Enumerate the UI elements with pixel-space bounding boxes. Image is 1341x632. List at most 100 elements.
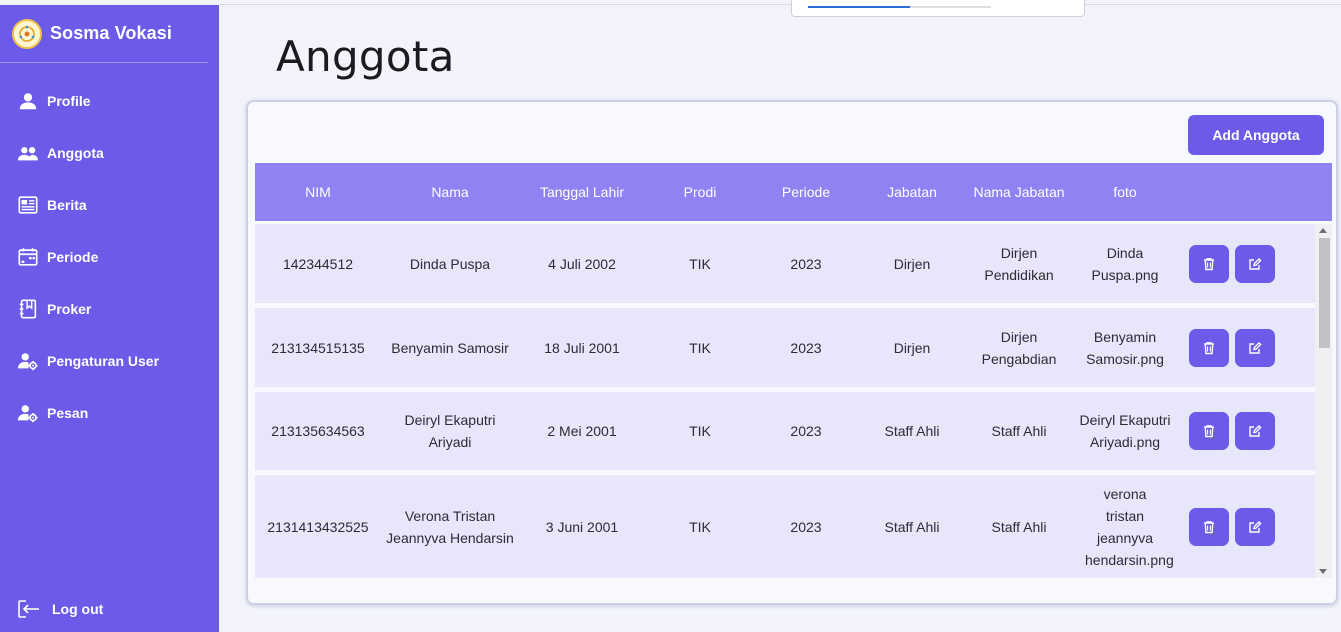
page-title: Anggota [276,32,455,81]
edit-button[interactable] [1235,412,1275,450]
cell-prodi: TIK [689,339,711,356]
brand-logo-icon [12,18,42,49]
edit-icon [1249,341,1262,354]
row-actions [1179,412,1283,450]
edit-button[interactable] [1235,328,1275,367]
sidebar: Sosma Vokasi Profile Anggota Berita Peri… [0,5,219,632]
sidebar-item-label: Anggota [47,145,104,161]
edit-icon [1249,520,1262,533]
cell-periode: 2023 [790,255,822,272]
brand[interactable]: Sosma Vokasi [0,5,208,63]
logout-icon [18,600,39,618]
delete-button[interactable] [1189,412,1229,450]
user-cog-icon [16,349,40,373]
trash-icon [1204,520,1214,533]
column-header-foto: foto [1113,184,1137,200]
column-header-prodi: Prodi [683,184,717,200]
logout-button[interactable]: Log out [16,598,103,620]
cell-foto: Dinda Puspa.png [1091,244,1159,283]
cell-prodi: TIK [689,518,711,535]
calendar-icon [16,245,40,269]
sidebar-item-label: Pengaturan User [47,353,160,369]
edit-icon [1249,424,1262,437]
scroll-down-arrow-icon[interactable] [1319,569,1327,574]
scroll-up-arrow-icon[interactable] [1319,228,1327,233]
column-header-jabatan: Jabatan [887,184,937,200]
cell-prodi: TIK [689,255,711,272]
cell-periode: 2023 [790,423,822,439]
sidebar-item-pengaturan-user[interactable]: Pengaturan User [0,335,219,387]
sidebar-item-proker[interactable]: Proker [0,283,219,335]
cell-nim: 142344512 [282,255,354,272]
table-row: 2131413432525 Verona Tristan Jeannyva He… [255,475,1315,578]
cell-foto: Benyamin Samosir.png [1086,328,1164,367]
cell-nama: Verona Tristan Jeannyva Hendarsin [386,507,514,546]
column-header-tanggal-lahir: Tanggal Lahir [539,184,625,200]
cell-nama: Dinda Puspa [409,255,491,272]
sidebar-item-anggota[interactable]: Anggota [0,127,219,179]
cell-periode: 2023 [790,339,822,356]
users-icon [16,141,40,165]
brand-title: Sosma Vokasi [50,23,172,43]
cell-nama: Deiryl Ekaputri Ariyadi [404,412,496,450]
cell-foto: verona tristan jeannyva hendarsin.png [1085,485,1174,568]
cell-nama-jabatan: Dirjen Pendidikan [984,244,1054,283]
table-header: NIM Nama Tanggal Lahir Prodi Periode Jab… [255,163,1332,221]
add-anggota-button[interactable]: Add Anggota [1188,115,1324,155]
cell-tanggal-lahir: 4 Juli 2002 [548,255,616,272]
cell-periode: 2023 [790,518,822,535]
cell-nama-jabatan: Staff Ahli [991,423,1047,439]
row-actions [1179,507,1283,546]
popup-fragment [791,0,1085,17]
cell-jabatan: Staff Ahli [884,423,940,439]
scrollbar-thumb[interactable] [1319,238,1330,348]
sidebar-item-label: Pesan [47,405,89,421]
cell-nim: 2131413432525 [267,518,369,535]
column-header-nim: NIM [305,184,331,200]
sidebar-item-label: Berita [47,197,87,213]
logout-label: Log out [52,601,104,617]
edit-button[interactable] [1235,507,1275,546]
delete-button[interactable] [1189,507,1229,546]
sidebar-item-periode[interactable]: Periode [0,231,219,283]
sidebar-item-label: Periode [47,249,99,265]
delete-button[interactable] [1189,328,1229,367]
cell-nim: 213135634563 [271,423,365,439]
cell-tanggal-lahir: 3 Juni 2001 [545,518,619,535]
table-row: 142344512 Dinda Puspa 4 Juli 2002 TIK 20… [255,224,1315,303]
user-icon [16,89,40,113]
sidebar-item-label: Proker [47,301,92,317]
sidebar-item-berita[interactable]: Berita [0,179,219,231]
row-actions [1179,244,1283,283]
sidebar-item-profile[interactable]: Profile [0,75,219,127]
cell-nama: Benyamin Samosir [391,339,509,356]
trash-icon [1204,341,1214,354]
cell-jabatan: Staff Ahli [884,518,940,535]
cell-nim: 213134515135 [271,339,365,356]
notebook-icon [16,297,40,321]
delete-button[interactable] [1189,244,1229,283]
table-scrollbar[interactable] [1315,224,1332,578]
trash-icon [1204,257,1214,270]
column-header-nama: Nama [431,184,469,200]
edit-icon [1249,257,1262,270]
sidebar-item-label: Profile [47,93,91,109]
column-header-nama-jabatan: Nama Jabatan [973,184,1065,200]
newspaper-icon [16,193,40,217]
cell-tanggal-lahir: 2 Mei 2001 [547,423,617,439]
cell-prodi: TIK [689,423,711,439]
sidebar-item-pesan[interactable]: Pesan [0,387,219,439]
edit-button[interactable] [1235,244,1275,283]
table-row: 213135634563 Deiryl Ekaputri Ariyadi 2 M… [255,392,1315,470]
row-actions [1179,328,1283,367]
column-header-periode: Periode [781,184,831,200]
cell-tanggal-lahir: 18 Juli 2001 [544,339,620,356]
trash-icon [1204,425,1214,438]
members-card: Add Anggota NIM Nama Tanggal Lahir Prodi… [246,100,1338,605]
sidebar-nav: Profile Anggota Berita Periode Proker Pe… [0,75,219,439]
top-divider [219,4,1341,5]
table-body[interactable]: 142344512 Dinda Puspa 4 Juli 2002 TIK 20… [255,224,1332,578]
cell-jabatan: Dirjen [893,339,931,356]
cell-nama-jabatan: Staff Ahli [991,518,1047,535]
cell-foto: Deiryl Ekaputri Ariyadi.png [1079,412,1171,450]
